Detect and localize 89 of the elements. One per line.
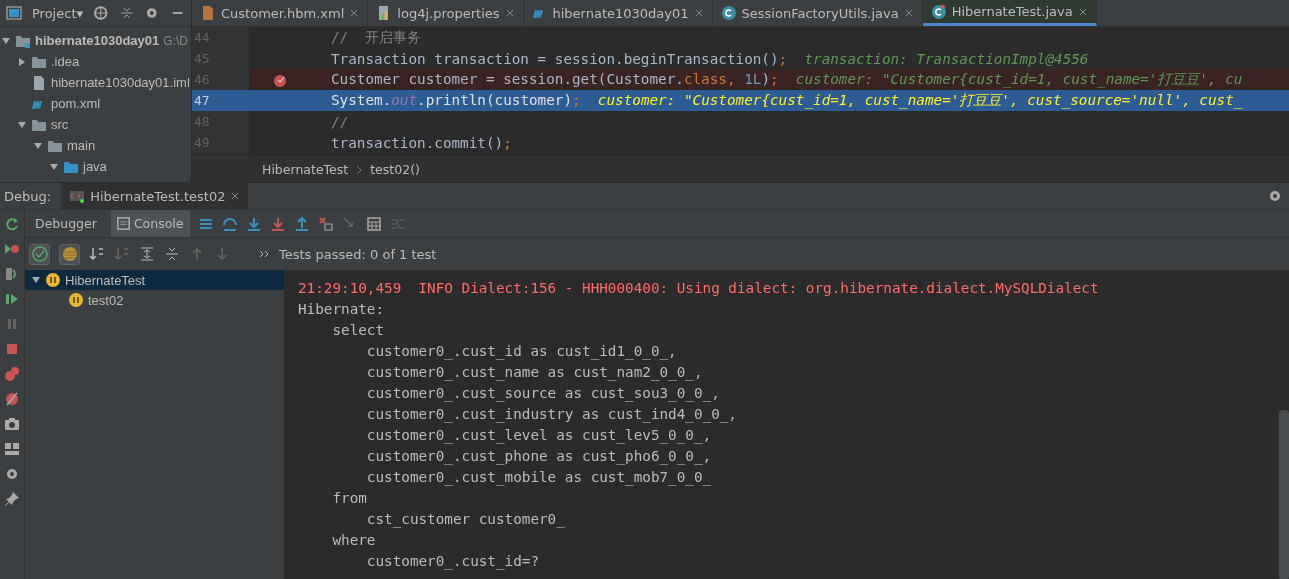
rerun-failed-icon[interactable] (4, 241, 20, 257)
settings-icon[interactable] (1267, 188, 1283, 204)
sort-icon[interactable] (89, 246, 105, 262)
console-line: customer0_.cust_source as cust_sou3_0_0_, (365, 385, 721, 404)
close-icon (1077, 6, 1088, 17)
calculator-icon[interactable] (365, 215, 382, 232)
drop-frame-icon[interactable] (317, 215, 334, 232)
target-icon[interactable] (93, 5, 109, 21)
code-line: System.out.println(customer); customer: "Customer{cust_id=1, cust_name='打豆豆', cust_source='null', cust_ (331, 91, 1243, 110)
mute-breakpoints-icon[interactable] (4, 391, 20, 407)
rerun-icon[interactable] (4, 216, 20, 232)
resume-icon[interactable] (4, 291, 20, 307)
console-line: customer0_.cust_industry as cust_ind4_0_0_, (365, 406, 738, 425)
close-icon (504, 8, 515, 18)
close-icon (230, 191, 241, 201)
close-icon (349, 8, 360, 18)
class-icon (930, 3, 947, 20)
scrollbar[interactable] (1279, 410, 1289, 579)
layout-icon[interactable] (4, 441, 20, 457)
editor-tab[interactable]: SessionFactoryUtils.java (712, 0, 923, 26)
console-line: customer0_.cust_phone as cust_pho6_0_0_, (365, 448, 713, 467)
console-icon (116, 217, 130, 230)
pause-icon (69, 293, 83, 307)
project-dropdown[interactable]: Project▾ (32, 5, 83, 21)
code-line: // (331, 113, 349, 130)
debug-label: Debug: (3, 188, 53, 204)
editor-tab[interactable]: hibernate1030day01 (523, 0, 713, 26)
chevrons-icon (259, 249, 271, 259)
test-row[interactable]: test02 (25, 290, 284, 310)
tree-item[interactable]: java (83, 159, 107, 174)
settings-icon[interactable] (4, 466, 20, 482)
class-icon (720, 5, 737, 21)
show-ignored-toggle[interactable] (59, 243, 80, 265)
debug-tab[interactable]: Console (110, 210, 190, 237)
tree-item[interactable]: pom.xml (51, 96, 101, 111)
tree-item[interactable]: .idea (51, 54, 80, 69)
force-step-into-icon[interactable] (269, 215, 286, 232)
breadcrumb-item[interactable]: test02() (370, 162, 420, 177)
session-tab[interactable]: HibernateTest.test02 (61, 183, 249, 209)
show-passed-toggle[interactable] (29, 243, 50, 265)
file-icon (200, 5, 216, 21)
test-row[interactable]: HibernateTest (25, 270, 284, 290)
code-line: transaction.commit(); (331, 134, 512, 151)
code-line: Transaction transaction = session.beginTransaction(); transaction: TransactionImpl@4556 (331, 50, 1089, 67)
check-icon (31, 246, 48, 262)
console-line: customer0_.cust_name as cust_nam2_0_0_, (365, 364, 704, 383)
stop-icon[interactable] (4, 341, 20, 357)
file-icon (31, 74, 47, 91)
console-line: where (331, 532, 377, 550)
console-line: Hibernate: (298, 301, 386, 319)
expanded-arrow-icon (31, 275, 41, 285)
collapse-all-icon[interactable] (164, 246, 180, 262)
debug-tab[interactable]: Debugger (29, 210, 103, 237)
editor-tab[interactable]: log4j.properties (368, 0, 524, 26)
breakpoint-icon (273, 72, 287, 87)
console-line: from (331, 490, 368, 508)
close-icon (903, 8, 914, 18)
camera-icon[interactable] (4, 416, 20, 432)
editor-tab[interactable]: Customer.hbm.xml (192, 0, 369, 26)
collapse-icon[interactable] (118, 5, 134, 21)
project-icon (6, 5, 22, 21)
breakpoints-icon[interactable] (4, 366, 20, 382)
code-line: Customer customer = session.get(Customer.class, 1L); customer: "Customer{cust_id=1, cust_name='打豆豆', cu (331, 70, 1243, 89)
code-line: // 开启事务 (331, 28, 422, 47)
console-line: customer0_.cust_level as cust_lev5_0_0_, (365, 427, 713, 446)
step-into-icon[interactable] (245, 215, 262, 232)
run-config-icon (69, 188, 86, 204)
breadcrumb-item[interactable]: HibernateTest (262, 162, 349, 177)
chevron-icon (356, 164, 363, 175)
console-line: customer0_.cust_id=? (365, 553, 540, 572)
close-icon (693, 8, 704, 18)
console-line: cst_customer customer0_ (365, 511, 566, 530)
tree-item[interactable]: main (67, 138, 96, 153)
console-line: customer0_.cust_id as cust_id1_0_0_, (365, 343, 678, 362)
step-over-icon[interactable] (221, 215, 238, 232)
tree-item[interactable]: src (51, 117, 69, 132)
striped-circle-icon (61, 246, 78, 262)
tree-item[interactable]: hibernate1030day01.iml (51, 75, 190, 90)
console-line: select (331, 322, 386, 340)
pin-icon[interactable] (4, 491, 20, 507)
tree-item[interactable]: hibernate1030day01 (35, 33, 160, 48)
pause-icon (46, 273, 60, 287)
test-status: Tests passed: 0 of 1 test (279, 246, 437, 262)
console-line: customer0_.cust_mobile as cust_mob7_0_0_ (365, 469, 713, 488)
editor-tab[interactable]: HibernateTest.java (922, 0, 1097, 26)
step-out-icon[interactable] (293, 215, 310, 232)
path-hint: G:\D (163, 33, 188, 48)
expand-all-icon[interactable] (139, 246, 155, 262)
console-line: 21:29:10,459 INFO Dialect:156 - HHH000400: Using dialect: org.hibernate.dialect.MySQLDialect (298, 280, 1100, 298)
